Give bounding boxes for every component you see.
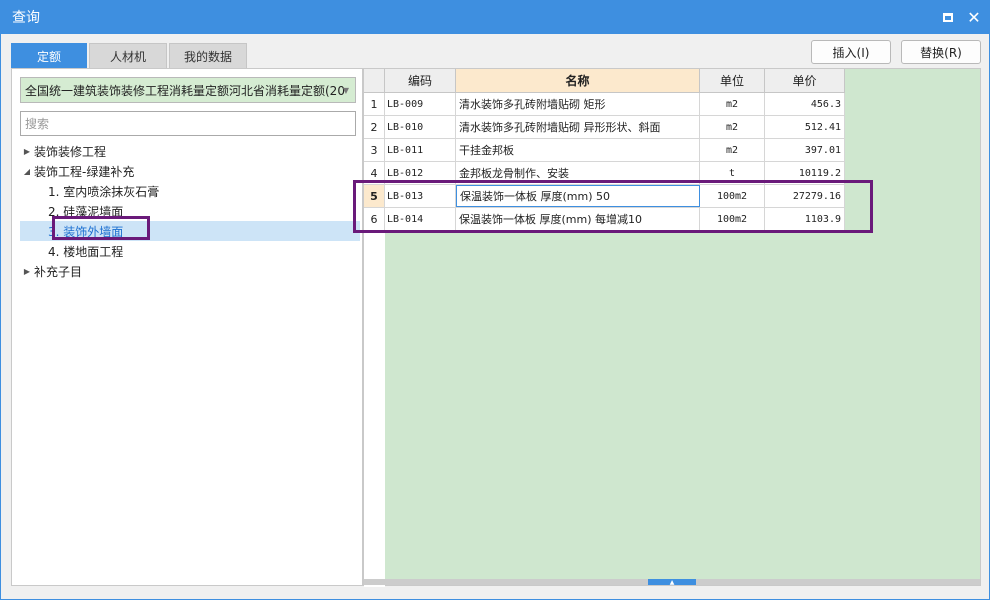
tab-quota[interactable]: 定额 xyxy=(11,43,87,68)
dropdown-arrow-icon: ▼ xyxy=(342,86,349,95)
results-grid: 编码 名称 单位 单价 1 LB-009 清水装饰多孔砖附墙贴砌 矩形 m2 4… xyxy=(363,68,981,587)
tree-node-gypsum-plaster[interactable]: 1. 室内喷涂抹灰石膏 xyxy=(20,181,360,201)
left-panel: 全国统一建筑装饰装修工程消耗量定额河北省消耗量定额(20 ▼ ▶ 装饰装修工程 … xyxy=(11,68,363,586)
replace-button[interactable]: 替换(R) xyxy=(901,40,981,64)
maximize-icon xyxy=(943,12,953,22)
collapse-arrow-icon[interactable]: ◢ xyxy=(20,167,34,176)
expand-arrow-icon[interactable]: ▶ xyxy=(20,147,34,156)
table-row[interactable]: 6 LB-014 保温装饰一体板 厚度(mm) 每增减10 100m2 1103… xyxy=(364,208,845,231)
tab-my-data[interactable]: 我的数据 xyxy=(169,43,247,68)
name-cell-editing[interactable]: 保温装饰一体板 厚度(mm) 50 xyxy=(456,185,700,207)
library-select[interactable]: 全国统一建筑装饰装修工程消耗量定额河北省消耗量定额(20 ▼ xyxy=(20,77,356,103)
tab-labor-material-machine[interactable]: 人材机 xyxy=(89,43,167,68)
window-title: 查询 xyxy=(12,10,40,26)
header-unit[interactable]: 单位 xyxy=(700,69,765,92)
library-select-value: 全国统一建筑装饰装修工程消耗量定额河北省消耗量定额(20 xyxy=(25,83,345,98)
chevron-up-icon: ▲ xyxy=(669,578,675,586)
header-code[interactable]: 编码 xyxy=(385,69,456,92)
category-tree: ▶ 装饰装修工程 ◢ 装饰工程-绿建补充 1. 室内喷涂抹灰石膏 2. 硅藻泥墙… xyxy=(20,141,360,281)
tab-bar: 定额 人材机 我的数据 xyxy=(11,43,249,68)
expand-arrow-icon[interactable]: ▶ xyxy=(20,267,34,276)
header-price[interactable]: 单价 xyxy=(765,69,845,92)
maximize-button[interactable] xyxy=(938,7,958,27)
tree-node-exterior-wall[interactable]: 3. 装饰外墙面 xyxy=(20,221,360,241)
title-bar: 查询 ✕ xyxy=(0,0,990,34)
close-button[interactable]: ✕ xyxy=(964,7,984,27)
tree-node-diatom-mud-wall[interactable]: 2. 硅藻泥墙面 xyxy=(20,201,360,221)
table-row[interactable]: 4 LB-012 金邦板龙骨制作、安装 t 10119.2 xyxy=(364,162,845,185)
tree-node-decoration-engineering[interactable]: ▶ 装饰装修工程 xyxy=(20,141,360,161)
scroll-grip[interactable]: ▲ xyxy=(648,578,696,586)
header-name[interactable]: 名称 xyxy=(456,69,700,92)
header-row-number xyxy=(364,69,385,92)
search-input[interactable] xyxy=(20,111,356,136)
table-row[interactable]: 1 LB-009 清水装饰多孔砖附墙贴砌 矩形 m2 456.3 xyxy=(364,93,845,116)
horizontal-scrollbar[interactable]: ▲ xyxy=(364,578,980,586)
table-row-selected[interactable]: 5 LB-013 保温装饰一体板 厚度(mm) 50 100m2 27279.1… xyxy=(364,185,845,208)
tree-node-supplementary-items[interactable]: ▶ 补充子目 xyxy=(20,261,360,281)
tree-node-green-supplement[interactable]: ◢ 装饰工程-绿建补充 xyxy=(20,161,360,181)
table-row[interactable]: 3 LB-011 干挂金邦板 m2 397.01 xyxy=(364,139,845,162)
dialog-body: 定额 人材机 我的数据 插入(I) 替换(R) 全国统一建筑装饰装修工程消耗量定… xyxy=(0,34,990,600)
insert-button[interactable]: 插入(I) xyxy=(811,40,891,64)
grid-header: 编码 名称 单位 单价 xyxy=(364,69,845,93)
close-icon: ✕ xyxy=(967,7,981,27)
tree-node-floor-engineering[interactable]: 4. 楼地面工程 xyxy=(20,241,360,261)
table-row[interactable]: 2 LB-010 清水装饰多孔砖附墙贴砌 异形形状、斜面 m2 512.41 xyxy=(364,116,845,139)
